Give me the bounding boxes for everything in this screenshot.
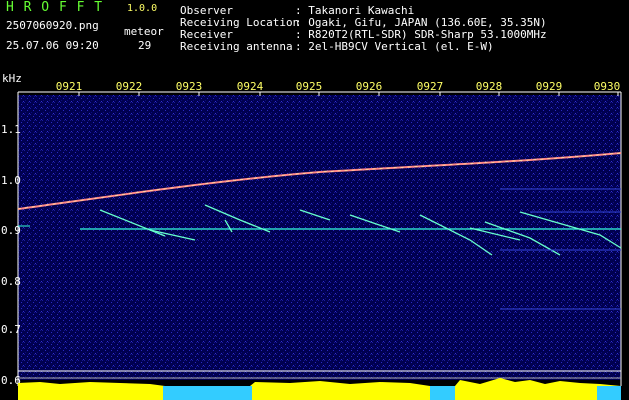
level-meter-segment [455, 386, 597, 400]
level-meter-segment [18, 386, 163, 400]
unit-label: kHz [2, 72, 22, 85]
time-tick-label: 0926 [356, 80, 383, 93]
time-tick-label: 0928 [476, 80, 503, 93]
time-axis: 0921 0922 0923 0924 0925 0926 0927 0928 … [56, 80, 621, 93]
time-tick-label: 0927 [417, 80, 444, 93]
spectrogram-background [18, 95, 621, 380]
freq-tick-label: 0.9 [1, 224, 21, 237]
time-tick-label: 0921 [56, 80, 83, 93]
time-tick-label: 0925 [296, 80, 323, 93]
time-tick-label: 0929 [536, 80, 563, 93]
time-tick-label: 0930 [594, 80, 621, 93]
freq-tick-label: 0.8 [1, 275, 21, 288]
time-tick-label: 0923 [176, 80, 203, 93]
time-tick-label: 0922 [116, 80, 143, 93]
time-tick-label: 0924 [237, 80, 264, 93]
spectrogram: kHz 0921 0922 0923 0924 0925 0926 0927 0… [1, 72, 622, 400]
freq-tick-label: 0.6 [1, 374, 21, 387]
freq-tick-label: 1.0 [1, 174, 21, 187]
freq-tick-label: 0.7 [1, 323, 21, 336]
freq-tick-label: 1.1 [1, 123, 21, 136]
level-meter-segment [252, 386, 430, 400]
